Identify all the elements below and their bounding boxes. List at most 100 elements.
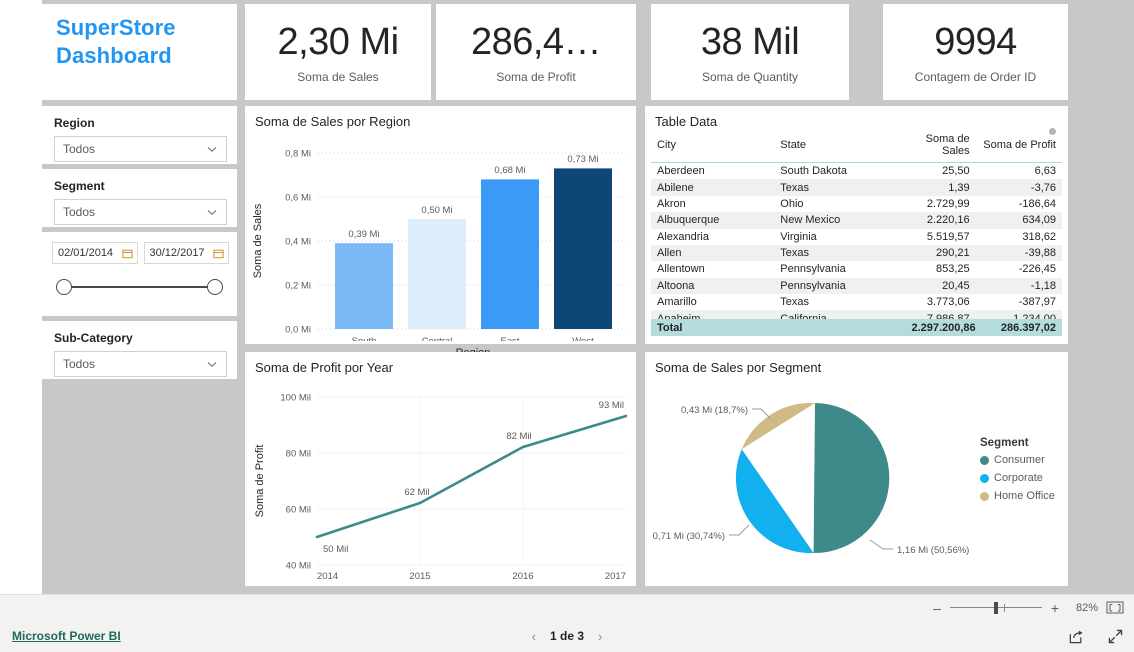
line-chart-title: Soma de Profit por Year (255, 360, 394, 375)
bar-chart-sales-by-region[interactable]: Soma de Sales por Region 0,8 Mi 0,6 Mi 0… (245, 106, 636, 359)
zoom-slider-handle[interactable] (994, 601, 998, 614)
zoom-slider[interactable] (950, 601, 1042, 614)
date-start-field[interactable]: 02/01/2014 (52, 242, 138, 264)
page-navigator: ‹ 1 de 3 › (532, 629, 603, 644)
zoom-out-button[interactable]: – (932, 600, 942, 616)
slicer-sub-category-label: Sub-Category (54, 331, 133, 345)
pie-slice-consumer[interactable] (813, 403, 890, 554)
table-row[interactable]: Alexandria Virginia 5.519,57 318,62 (651, 229, 1062, 245)
chevron-down-icon (207, 210, 217, 215)
table-row[interactable]: Akron Ohio 2.729,99 -186,64 (651, 196, 1062, 212)
date-end-field[interactable]: 30/12/2017 (143, 242, 229, 264)
pie-chart-sales-by-segment[interactable]: Soma de Sales por Segment 1,16 Mi (50,56… (645, 352, 1068, 586)
column-header-state[interactable]: State (774, 130, 890, 163)
bar-chart-plot: 0,8 Mi 0,6 Mi 0,4 Mi 0,2 Mi 0,0 Mi Soma … (252, 149, 626, 347)
cell-sales: 20,45 (889, 277, 976, 294)
table-row[interactable]: Amarillo Texas 3.773,06 -387,97 (651, 294, 1062, 310)
power-bi-report-viewer: SuperStore Dashboard 2,30 Mi Soma de Sal… (0, 0, 1134, 652)
share-icon[interactable] (1068, 628, 1085, 645)
pie-slice-home-office[interactable] (741, 402, 815, 450)
legend-item-home-office[interactable]: Home Office (980, 490, 1055, 502)
slicer-sub-category-dropdown[interactable]: Todos (54, 351, 227, 377)
cell-profit: -3,76 (975, 179, 1062, 196)
slicer-region-dropdown[interactable]: Todos (54, 136, 227, 162)
cell-sales: 1,39 (889, 179, 976, 196)
line-series-profit[interactable] (315, 414, 628, 539)
table-scroll-region[interactable]: City State Soma de Sales Soma de Profit … (651, 130, 1062, 320)
kpi-value: 9994 (934, 21, 1017, 63)
date-end-value: 30/12/2017 (149, 247, 205, 259)
table-visual[interactable]: Table Data City State Soma de Sales Soma… (645, 106, 1068, 344)
pie-slice-corporate[interactable] (735, 449, 814, 554)
slider-handle-end[interactable] (207, 279, 223, 295)
table-row[interactable]: Allentown Pennsylvania 853,25 -226,45 (651, 261, 1062, 277)
y-tick-label: 100 Mil (280, 393, 311, 404)
line-chart-profit-by-year[interactable]: Soma de Profit por Year 100 Mil 80 Mil 6… (245, 352, 636, 605)
legend-item-corporate[interactable]: Corporate (980, 472, 1055, 484)
date-start-value: 02/01/2014 (58, 247, 114, 259)
slicer-region-label: Region (54, 116, 95, 130)
cell-city: Alexandria (657, 230, 709, 243)
table-row[interactable]: Altoona Pennsylvania 20,45 -1,18 (651, 277, 1062, 294)
legend-label: Consumer (994, 454, 1045, 466)
cell-profit: -1,18 (975, 277, 1062, 294)
line-data-label: 93 Mil (599, 400, 624, 411)
column-header-profit[interactable]: Soma de Profit (975, 130, 1062, 163)
cell-state: Ohio (780, 197, 804, 210)
table-row[interactable]: Allen Texas 290,21 -39,88 (651, 244, 1062, 262)
pie-data-label: 0,71 Mi (30,74%) (653, 531, 725, 542)
slider-handle-start[interactable] (56, 279, 72, 295)
kpi-card-order-count[interactable]: 9994 Contagem de Order ID (883, 4, 1068, 100)
fullscreen-icon[interactable] (1107, 628, 1124, 645)
y-tick-label: 0,4 Mi (285, 237, 311, 248)
slicer-sub-category: Sub-Category Todos (42, 321, 237, 379)
power-bi-brand-link[interactable]: Microsoft Power BI (12, 629, 121, 643)
chevron-down-icon (207, 147, 217, 152)
bar-central[interactable] (408, 219, 466, 329)
y-tick-label: 0,8 Mi (285, 149, 311, 160)
column-header-sales[interactable]: Soma de Sales (889, 130, 976, 163)
slider-track (64, 286, 215, 288)
x-tick-label: West (572, 336, 594, 341)
previous-page-button[interactable]: ‹ (532, 629, 536, 644)
cell-state: Texas (774, 179, 890, 196)
fit-to-page-icon[interactable] (1106, 601, 1124, 614)
pie-leader-line (729, 524, 750, 536)
bar-west[interactable] (554, 168, 612, 329)
table-row[interactable]: Aberdeen South Dakota 25,50 6,63 (651, 163, 1062, 180)
kpi-label: Soma de Quantity (701, 70, 799, 84)
table-row[interactable]: Albuquerque New Mexico 2.220,16 634,09 (651, 212, 1062, 229)
cell-city: Aberdeen (657, 165, 705, 178)
cell-state: Texas (780, 296, 810, 309)
report-canvas: SuperStore Dashboard 2,30 Mi Soma de Sal… (42, 0, 1134, 605)
cell-profit: -226,45 (1018, 263, 1056, 276)
page-indicator: 1 de 3 (549, 629, 585, 643)
calendar-icon[interactable] (213, 248, 224, 259)
slicer-segment-value: Todos (63, 205, 96, 219)
data-table: City State Soma de Sales Soma de Profit … (651, 130, 1062, 320)
kpi-card-profit[interactable]: 286,4… Soma de Profit (436, 4, 636, 100)
y-axis-title: Soma de Profit (254, 445, 266, 518)
y-tick-label: 60 Mil (286, 505, 311, 516)
column-header-city[interactable]: City (651, 130, 775, 163)
legend-item-consumer[interactable]: Consumer (980, 454, 1055, 466)
bar-east[interactable] (481, 179, 539, 329)
table-row[interactable]: Abilene Texas 1,39 -3,76 (651, 179, 1062, 196)
kpi-card-sales[interactable]: 2,30 Mi Soma de Sales (245, 4, 431, 100)
bar-data-label: 0,50 Mi (421, 205, 452, 216)
kpi-value: 38 Mil (700, 21, 800, 63)
zoom-slider-tick (1004, 603, 1005, 612)
zoom-in-button[interactable]: + (1050, 600, 1060, 616)
date-range-slider[interactable] (56, 276, 223, 298)
cell-city: Akron (657, 197, 686, 210)
slicer-segment: Segment Todos (42, 169, 237, 227)
bar-south[interactable] (335, 243, 393, 329)
next-page-button[interactable]: › (598, 629, 602, 644)
calendar-icon[interactable] (121, 248, 133, 259)
slicer-segment-dropdown[interactable]: Todos (54, 199, 227, 225)
pie-legend: Segment Consumer Corporate Home Office (980, 437, 1055, 508)
kpi-card-quantity[interactable]: 38 Mil Soma de Quantity (651, 4, 849, 100)
cell-state: Pennsylvania (780, 263, 846, 276)
cell-profit: 318,62 (1022, 230, 1056, 243)
cell-sales: 5.519,57 (926, 230, 970, 243)
